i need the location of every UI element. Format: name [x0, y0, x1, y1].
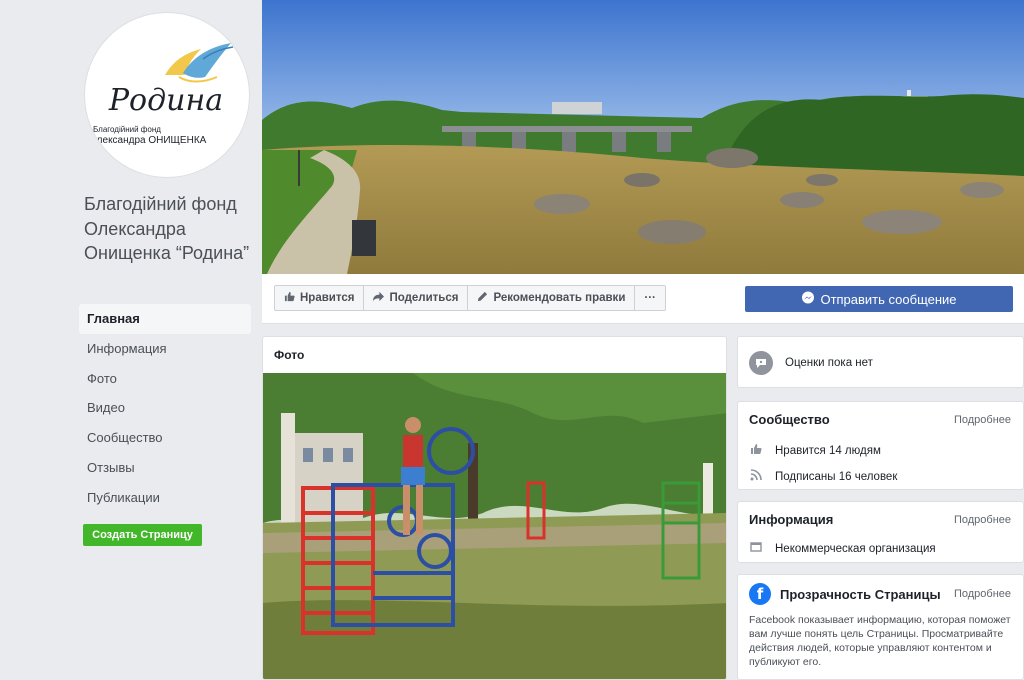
logo-caption-line1: Благодійний фонд: [93, 125, 161, 134]
nav-item-posts[interactable]: Публикации: [79, 483, 251, 513]
share-icon: [373, 291, 385, 305]
create-page-button[interactable]: Создать Страницу: [83, 524, 202, 546]
transparency-title: Прозрачность Страницы: [780, 586, 941, 602]
transparency-description: Facebook показывает информацию, которая …: [749, 614, 1011, 668]
send-message-label: Отправить сообщение: [820, 291, 957, 307]
info-more-link[interactable]: Подробнее: [954, 514, 1011, 526]
community-more-link[interactable]: Подробнее: [954, 414, 1011, 426]
nav-item-photos[interactable]: Фото: [79, 364, 251, 394]
nav-item-community[interactable]: Сообщество: [79, 423, 251, 453]
page-nav: Главная Информация Фото Видео Сообщество…: [79, 304, 251, 513]
page-root: Родина Благодійний фонд Олександра ОНИЩЕ…: [0, 0, 1024, 680]
community-title[interactable]: Сообщество: [749, 412, 830, 427]
cover-photo[interactable]: [262, 0, 1024, 274]
info-title[interactable]: Информация: [749, 512, 833, 527]
share-button[interactable]: Поделиться: [364, 285, 469, 311]
flag-icon: [749, 541, 763, 556]
share-label: Поделиться: [389, 292, 459, 304]
category-text[interactable]: Некоммерческая организация: [775, 543, 936, 555]
photos-card: Фото: [262, 336, 727, 680]
follows-row: Подписаны 16 человек: [749, 469, 897, 484]
rss-icon: [749, 469, 763, 484]
suggest-edits-button[interactable]: Рекомендовать правки: [468, 285, 636, 311]
like-label: Нравится: [300, 292, 355, 304]
info-card: Информация Подробнее Некоммерческая орга…: [737, 501, 1024, 563]
nav-item-home[interactable]: Главная: [79, 304, 251, 334]
transparency-header: f Прозрачность Страницы: [749, 583, 941, 605]
likes-count-text[interactable]: Нравится 14 людям: [775, 445, 881, 457]
messenger-icon: [801, 291, 815, 308]
transparency-card: f Прозрачность Страницы Подробнее Facebo…: [737, 574, 1024, 680]
category-row: Некоммерческая организация: [749, 541, 936, 556]
page-actions-group: Нравится Поделиться Рекомендовать правки…: [274, 285, 666, 311]
like-icon: [749, 443, 763, 458]
nav-item-info[interactable]: Информация: [79, 334, 251, 364]
likes-row: Нравится 14 людям: [749, 443, 881, 458]
logo-script-text: Родина: [108, 83, 224, 118]
left-column: Родина Благодійний фонд Олександра ОНИЩЕ…: [0, 0, 262, 680]
pencil-icon: [477, 291, 488, 305]
follows-count-text[interactable]: Подписаны 16 человек: [775, 471, 897, 483]
transparency-more-link[interactable]: Подробнее: [954, 588, 1011, 600]
nav-item-reviews[interactable]: Отзывы: [79, 453, 251, 483]
like-page-button[interactable]: Нравится: [274, 285, 365, 311]
page-title[interactable]: Благодійний фонд Олександра Онищенка “Ро…: [84, 192, 254, 266]
send-message-button[interactable]: Отправить сообщение: [745, 286, 1013, 312]
ratings-icon: [749, 351, 773, 375]
ratings-row: Оценки пока нет: [749, 351, 873, 375]
ratings-text: Оценки пока нет: [785, 357, 873, 369]
more-options-button[interactable]: ···: [635, 285, 666, 311]
photos-title[interactable]: Фото: [274, 348, 304, 362]
page-action-bar: Нравится Поделиться Рекомендовать правки…: [262, 274, 1024, 324]
community-card: Сообщество Подробнее Нравится 14 людям П…: [737, 401, 1024, 490]
facebook-icon: f: [749, 583, 771, 605]
playground-photo-image: [263, 373, 726, 679]
thumbs-up-icon: [284, 291, 295, 305]
ratings-card: Оценки пока нет: [737, 336, 1024, 388]
page-avatar[interactable]: Родина Благодійний фонд Олександра ОНИЩЕ…: [84, 12, 250, 178]
featured-photo[interactable]: [263, 373, 726, 679]
logo-caption-line2: Олександра ОНИЩЕНКА: [89, 135, 207, 146]
cover-landscape-image: [262, 0, 1024, 274]
suggest-edits-label: Рекомендовать правки: [493, 292, 626, 304]
nav-item-videos[interactable]: Видео: [79, 393, 251, 423]
